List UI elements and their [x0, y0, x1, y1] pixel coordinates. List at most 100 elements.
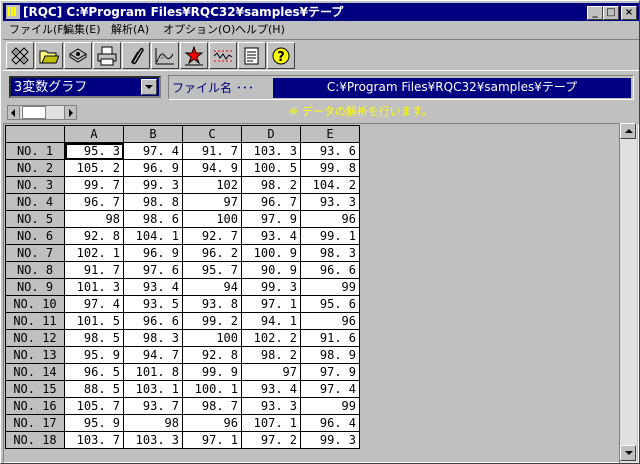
data-cell[interactable]: 93. 4	[123, 278, 183, 296]
data-cell[interactable]: 99. 3	[241, 278, 301, 296]
row-header[interactable]: NO. 18	[5, 431, 65, 449]
data-cell[interactable]: 101. 5	[64, 312, 124, 330]
data-cell[interactable]: 98. 8	[123, 193, 183, 211]
data-cell[interactable]: 98. 9	[300, 346, 360, 364]
data-cell[interactable]: 99. 2	[182, 312, 242, 330]
row-header[interactable]: NO. 15	[5, 380, 65, 398]
data-cell[interactable]: 92. 8	[64, 227, 124, 245]
data-cell[interactable]: 97. 4	[123, 142, 183, 160]
data-cell[interactable]: 93. 7	[123, 397, 183, 415]
data-cell[interactable]: 93. 5	[123, 295, 183, 313]
row-header[interactable]: NO. 9	[5, 278, 65, 296]
print-button[interactable]	[93, 42, 121, 69]
data-cell[interactable]: 102. 1	[64, 244, 124, 262]
data-cell[interactable]: 96. 7	[64, 193, 124, 211]
column-header-c[interactable]: C	[182, 125, 242, 143]
data-cell[interactable]: 102	[182, 176, 242, 194]
row-header[interactable]: NO. 11	[5, 312, 65, 330]
row-header[interactable]: NO. 16	[5, 397, 65, 415]
data-cell[interactable]: 96. 5	[64, 363, 124, 381]
data-cell[interactable]: 93. 4	[241, 227, 301, 245]
column-header-d[interactable]: D	[241, 125, 301, 143]
row-header[interactable]: NO. 5	[5, 210, 65, 228]
data-cell[interactable]: 96. 7	[241, 193, 301, 211]
data-cell[interactable]: 100. 9	[241, 244, 301, 262]
data-cell[interactable]: 99. 1	[300, 227, 360, 245]
data-cell[interactable]: 105. 7	[64, 397, 124, 415]
row-header[interactable]: NO. 10	[5, 295, 65, 313]
report-button[interactable]	[238, 42, 266, 69]
help-button[interactable]: ?	[267, 42, 295, 69]
scroll-up-icon[interactable]	[620, 123, 636, 139]
data-cell[interactable]: 97. 9	[241, 210, 301, 228]
menu-edit[interactable]: 編集(E)	[63, 22, 101, 38]
data-cell[interactable]: 96. 2	[182, 244, 242, 262]
vertical-scrollbar[interactable]	[619, 123, 637, 463]
row-header[interactable]: NO. 8	[5, 261, 65, 279]
column-header-b[interactable]: B	[123, 125, 183, 143]
data-cell[interactable]: 98. 2	[241, 176, 301, 194]
data-cell[interactable]: 99. 3	[300, 431, 360, 449]
data-cell[interactable]: 103. 3	[123, 431, 183, 449]
data-cell[interactable]: 96. 6	[300, 261, 360, 279]
data-cell[interactable]: 94. 9	[182, 159, 242, 177]
data-cell[interactable]: 95. 9	[64, 346, 124, 364]
data-cell[interactable]: 96	[182, 414, 242, 432]
horizontal-scrollbar[interactable]	[7, 105, 77, 120]
close-button[interactable]: ×	[621, 6, 637, 20]
data-cell[interactable]: 92. 7	[182, 227, 242, 245]
row-header[interactable]: NO. 3	[5, 176, 65, 194]
data-cell[interactable]: 94	[182, 278, 242, 296]
menu-analyze[interactable]: 解析(A)	[111, 22, 149, 38]
data-cell[interactable]: 97. 1	[241, 295, 301, 313]
data-cell[interactable]: 90. 9	[241, 261, 301, 279]
data-cell[interactable]: 104. 1	[123, 227, 183, 245]
graph-type-select[interactable]: 3変数グラフ	[9, 76, 161, 98]
scroll-thumb[interactable]	[22, 106, 46, 119]
row-header[interactable]: NO. 14	[5, 363, 65, 381]
data-cell[interactable]: 98. 5	[64, 329, 124, 347]
data-cell[interactable]: 99	[300, 278, 360, 296]
menu-options[interactable]: オプション(O)	[163, 22, 235, 38]
data-cell[interactable]: 103. 7	[64, 431, 124, 449]
data-cell[interactable]: 96. 9	[123, 244, 183, 262]
grid-pattern-button[interactable]	[6, 42, 34, 69]
row-header[interactable]: NO. 6	[5, 227, 65, 245]
data-cell[interactable]: 93. 8	[182, 295, 242, 313]
scroll-down-icon[interactable]	[620, 445, 636, 461]
data-cell[interactable]: 92. 8	[182, 346, 242, 364]
data-cell[interactable]: 94. 1	[241, 312, 301, 330]
row-header[interactable]: NO. 12	[5, 329, 65, 347]
data-cell[interactable]: 98. 3	[300, 244, 360, 262]
data-cell[interactable]: 105. 2	[64, 159, 124, 177]
data-cell[interactable]: 94. 7	[123, 346, 183, 364]
data-cell[interactable]: 97	[182, 193, 242, 211]
row-header[interactable]: NO. 13	[5, 346, 65, 364]
minimize-button[interactable]: _	[587, 6, 603, 20]
data-cell[interactable]: 88. 5	[64, 380, 124, 398]
data-cell[interactable]: 96	[300, 210, 360, 228]
data-cell[interactable]: 97. 4	[64, 295, 124, 313]
title-bar[interactable]: [RQC] C:¥Program Files¥RQC32¥samples¥テープ…	[3, 3, 639, 21]
data-cell[interactable]: 99. 3	[123, 176, 183, 194]
column-header-a[interactable]: A	[64, 125, 124, 143]
data-cell[interactable]: 103. 3	[241, 142, 301, 160]
scatter-button[interactable]	[180, 42, 208, 69]
row-header[interactable]: NO. 1	[5, 142, 65, 160]
data-cell[interactable]: 97. 6	[123, 261, 183, 279]
data-cell[interactable]: 99	[300, 397, 360, 415]
maximize-button[interactable]: □	[603, 6, 619, 20]
open-button[interactable]	[35, 42, 63, 69]
data-cell[interactable]: 100	[182, 329, 242, 347]
data-cell[interactable]: 100. 5	[241, 159, 301, 177]
row-header[interactable]: NO. 7	[5, 244, 65, 262]
data-cell[interactable]: 98	[64, 210, 124, 228]
data-cell[interactable]: 98. 2	[241, 346, 301, 364]
data-cell[interactable]: 93. 4	[241, 380, 301, 398]
data-cell[interactable]: 95. 9	[64, 414, 124, 432]
data-cell[interactable]: 100. 1	[182, 380, 242, 398]
data-cell[interactable]: 101. 3	[64, 278, 124, 296]
data-cell[interactable]: 96. 6	[123, 312, 183, 330]
data-cell[interactable]: 97. 4	[300, 380, 360, 398]
data-cell[interactable]: 93. 3	[300, 193, 360, 211]
